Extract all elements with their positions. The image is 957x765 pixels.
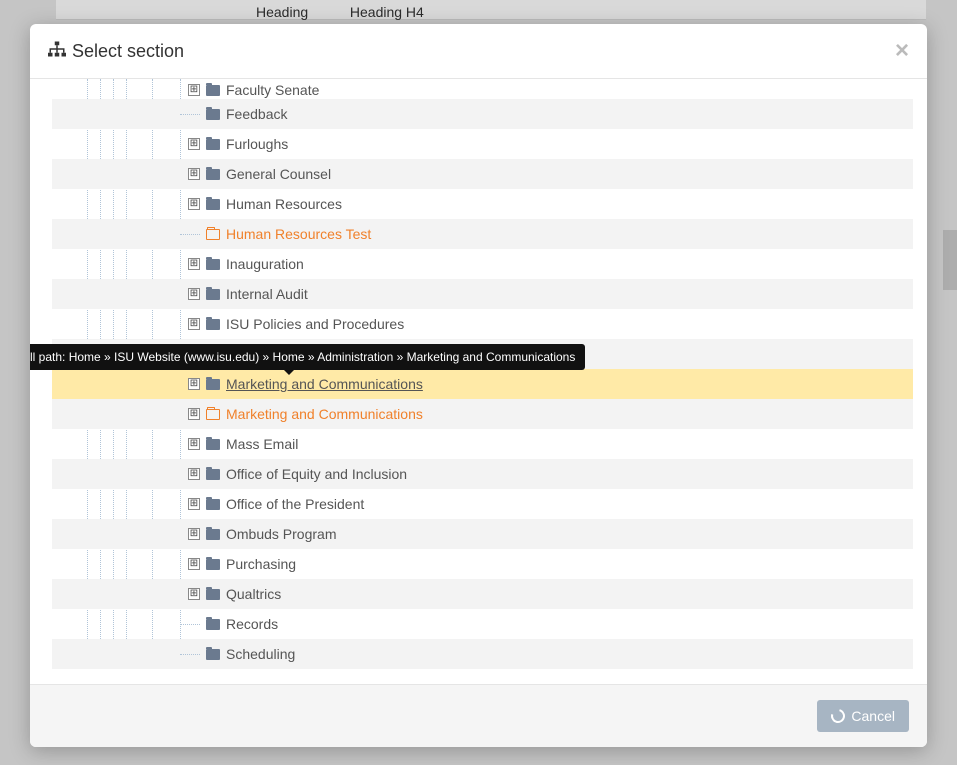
tree-item-label[interactable]: Qualtrics (226, 586, 281, 602)
tree-row[interactable]: ⊞ Mass Email (52, 429, 913, 459)
cancel-button-label: Cancel (851, 708, 895, 724)
folder-icon (206, 139, 220, 150)
expand-icon[interactable]: ⊞ (188, 558, 200, 570)
tree-row[interactable]: ⊞Records (52, 609, 913, 639)
modal-title-text: Select section (72, 41, 184, 62)
expand-icon[interactable]: ⊞ (188, 168, 200, 180)
tree-item-label[interactable]: Scheduling (226, 646, 295, 662)
expand-icon[interactable]: ⊞ (188, 84, 200, 96)
tooltip-text: Full path: Home » ISU Website (www.isu.e… (30, 350, 575, 364)
tree-item-label[interactable]: Human Resources Test (226, 226, 371, 242)
tree-row[interactable]: ⊞ Office of the President (52, 489, 913, 519)
modal-footer: Cancel (30, 684, 927, 747)
folder-icon (206, 469, 220, 480)
tree-item-label[interactable]: Records (226, 616, 278, 632)
folder-icon (206, 529, 220, 540)
folder-icon (206, 379, 220, 390)
folder-icon (206, 319, 220, 330)
tree-item-label[interactable]: Internal Audit (226, 286, 308, 302)
tree-item-label[interactable]: Purchasing (226, 556, 296, 572)
expand-icon[interactable]: ⊞ (188, 288, 200, 300)
folder-icon (206, 85, 220, 96)
tree-item-label[interactable]: Mass Email (226, 436, 298, 452)
tree-item-label[interactable]: Inauguration (226, 256, 304, 272)
folder-icon (206, 169, 220, 180)
tree-row[interactable]: ⊞ Internal Audit (52, 279, 913, 309)
tree-row[interactable]: ⊞ General Counsel (52, 159, 913, 189)
folder-icon (206, 109, 220, 120)
tree-connector (180, 234, 200, 235)
tree-row[interactable]: ⊞Human Resources Test (52, 219, 913, 249)
folder-icon (206, 619, 220, 630)
tree-item-label[interactable]: Marketing and Communications (226, 406, 423, 422)
folder-icon (206, 439, 220, 450)
tree-item-label[interactable]: Office of Equity and Inclusion (226, 466, 407, 482)
expand-icon[interactable]: ⊞ (188, 408, 200, 420)
modal-header: Select section × (30, 24, 927, 79)
folder-icon (206, 289, 220, 300)
folder-icon (206, 589, 220, 600)
expand-icon[interactable]: ⊞ (188, 198, 200, 210)
tree-item-label[interactable]: Human Resources (226, 196, 342, 212)
tree-item-label[interactable]: Feedback (226, 106, 287, 122)
tree-row[interactable]: ⊞ Marketing and Communications (52, 399, 913, 429)
tree-row[interactable]: ⊞ Qualtrics (52, 579, 913, 609)
close-button[interactable]: × (895, 39, 909, 63)
tree-row[interactable]: ⊞ Purchasing (52, 549, 913, 579)
expand-icon[interactable]: ⊞ (188, 318, 200, 330)
expand-icon[interactable]: ⊞ (188, 258, 200, 270)
select-section-modal: Select section × ⊞Faculty Senate⊞Feedbac… (30, 24, 927, 747)
tree-row[interactable]: ⊞ Human Resources (52, 189, 913, 219)
path-tooltip: Full path: Home » ISU Website (www.isu.e… (30, 344, 585, 370)
tree-row[interactable]: ⊞ Ombuds Program (52, 519, 913, 549)
folder-icon (206, 499, 220, 510)
tree-row[interactable]: ⊞ Marketing and Communications (52, 369, 913, 399)
folder-icon (206, 259, 220, 270)
tree-item-label[interactable]: ISU Policies and Procedures (226, 316, 404, 332)
tree-row[interactable]: ⊞Scheduling (52, 639, 913, 669)
sitemap-icon (48, 41, 66, 62)
folder-icon (206, 559, 220, 570)
cancel-button[interactable]: Cancel (817, 700, 909, 732)
tree-connector (180, 114, 200, 115)
folder-open-icon (206, 229, 220, 240)
tree-connector (180, 624, 200, 625)
section-tree: ⊞Faculty Senate⊞Feedback⊞Furloughs⊞Gener… (52, 79, 913, 669)
undo-icon (829, 706, 848, 725)
expand-icon[interactable]: ⊞ (188, 378, 200, 390)
expand-icon[interactable]: ⊞ (188, 498, 200, 510)
tree-item-label[interactable]: Office of the President (226, 496, 364, 512)
folder-icon (206, 199, 220, 210)
tree-item-label[interactable]: Ombuds Program (226, 526, 336, 542)
modal-title: Select section (48, 41, 184, 62)
tree-row[interactable]: ⊞ Inauguration (52, 249, 913, 279)
expand-icon[interactable]: ⊞ (188, 528, 200, 540)
tree-item-label[interactable]: General Counsel (226, 166, 331, 182)
tree-connector (180, 654, 200, 655)
tree-row[interactable]: ⊞ Office of Equity and Inclusion (52, 459, 913, 489)
expand-icon[interactable]: ⊞ (188, 138, 200, 150)
modal-body: ⊞Faculty Senate⊞Feedback⊞Furloughs⊞Gener… (30, 79, 927, 684)
tree-row[interactable]: ⊞ Faculty Senate (52, 81, 913, 99)
tree-item-label[interactable]: Marketing and Communications (226, 376, 423, 392)
tree-row[interactable]: ⊞ ISU Policies and Procedures (52, 309, 913, 339)
expand-icon[interactable]: ⊞ (188, 438, 200, 450)
expand-icon[interactable]: ⊞ (188, 588, 200, 600)
folder-icon (206, 649, 220, 660)
tree-scroll-area[interactable]: ⊞Faculty Senate⊞Feedback⊞Furloughs⊞Gener… (52, 79, 913, 684)
folder-open-icon (206, 409, 220, 420)
expand-icon[interactable]: ⊞ (188, 468, 200, 480)
tree-item-label[interactable]: Faculty Senate (226, 82, 319, 98)
tree-item-label[interactable]: Furloughs (226, 136, 288, 152)
tree-row[interactable]: ⊞ Furloughs (52, 129, 913, 159)
tree-row[interactable]: ⊞Feedback (52, 99, 913, 129)
